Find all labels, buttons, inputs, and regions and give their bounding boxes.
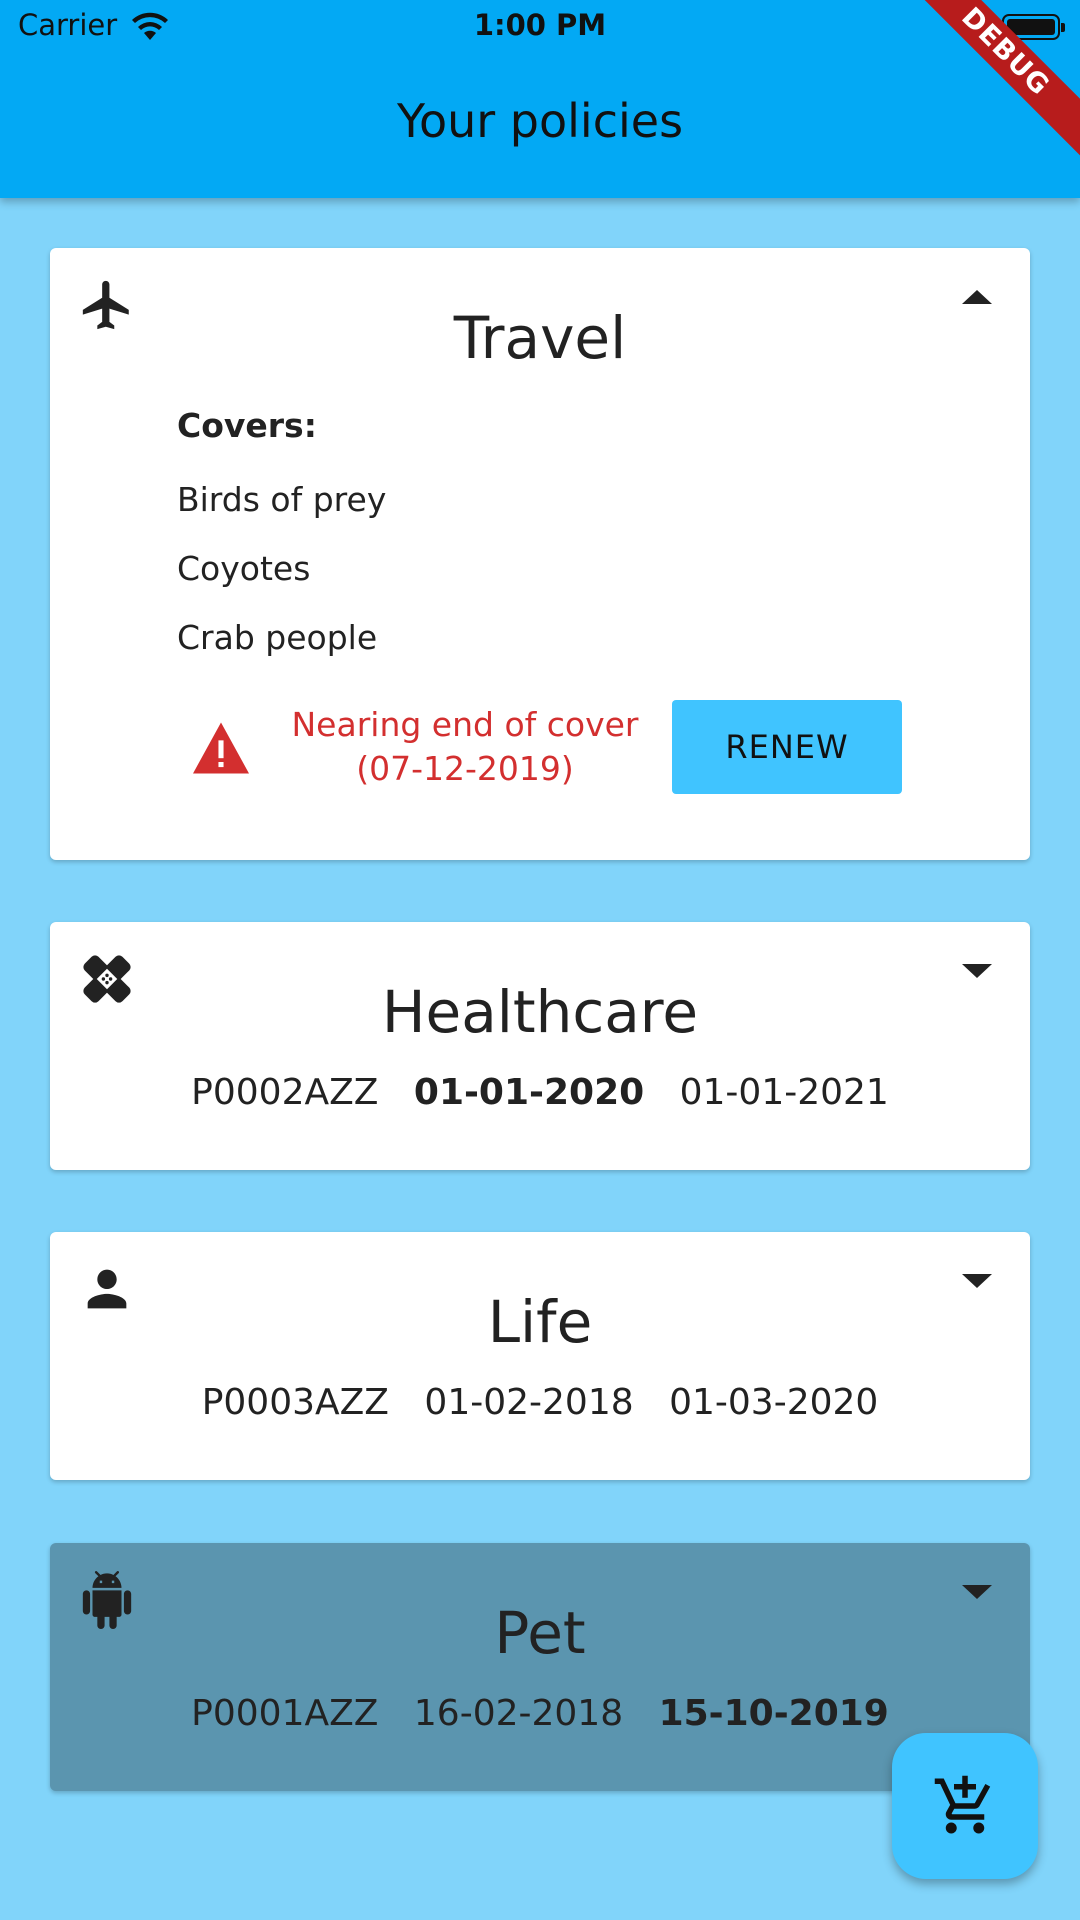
policy-id: P0003AZZ — [201, 1382, 389, 1423]
cover-warning: Nearing end of cover (07-12-2019) — [280, 703, 650, 791]
page-title: Your policies — [396, 94, 684, 148]
policy-details: P0001AZZ 16-02-2018 15-10-2019 — [50, 1693, 1030, 1734]
policy-title: Healthcare — [381, 978, 699, 1046]
end-date: 01-01-2021 — [679, 1072, 889, 1113]
cover-item: Birds of prey — [177, 480, 387, 519]
warning-icon — [193, 722, 249, 774]
clock: 1:00 PM — [473, 8, 607, 42]
policy-card-travel[interactable]: Travel Covers: Birds of prey Coyotes Cra… — [50, 248, 1030, 860]
policy-card-life[interactable]: Life P0003AZZ 01-02-2018 01-03-2020 — [50, 1232, 1030, 1480]
renew-button[interactable]: RENEW — [672, 700, 902, 794]
policy-card-healthcare[interactable]: Healthcare P0002AZZ 01-01-2020 01-01-202… — [50, 922, 1030, 1170]
policy-id: P0001AZZ — [191, 1693, 379, 1734]
cover-item: Coyotes — [177, 549, 311, 588]
warning-line: Nearing end of cover — [291, 705, 639, 744]
policy-id: P0002AZZ — [191, 1072, 379, 1113]
policy-details: P0003AZZ 01-02-2018 01-03-2020 — [50, 1382, 1030, 1423]
cover-item: Crab people — [177, 618, 378, 657]
start-date: 16-02-2018 — [413, 1693, 624, 1734]
start-date: 01-01-2020 — [413, 1072, 645, 1113]
add-policy-button[interactable] — [892, 1733, 1038, 1879]
policy-details: P0002AZZ 01-01-2020 01-01-2021 — [50, 1072, 1030, 1113]
app-bar: Carrier 1:00 PM Your policies — [0, 0, 1080, 198]
end-date: 01-03-2020 — [669, 1382, 879, 1423]
add-shopping-cart-icon — [934, 1775, 991, 1834]
policy-title: Life — [487, 1288, 593, 1356]
policy-title: Pet — [494, 1599, 586, 1667]
policy-title: Travel — [453, 304, 627, 372]
warning-date: (07-12-2019) — [356, 749, 574, 788]
status-bar: Carrier 1:00 PM — [0, 0, 1080, 54]
covers-heading: Covers: — [177, 406, 317, 445]
covers-list: Covers: Birds of prey Coyotes Crab peopl… — [177, 406, 386, 687]
end-date: 15-10-2019 — [658, 1693, 889, 1734]
policy-card-pet[interactable]: Pet P0001AZZ 16-02-2018 15-10-2019 — [50, 1543, 1030, 1791]
start-date: 01-02-2018 — [424, 1382, 634, 1423]
